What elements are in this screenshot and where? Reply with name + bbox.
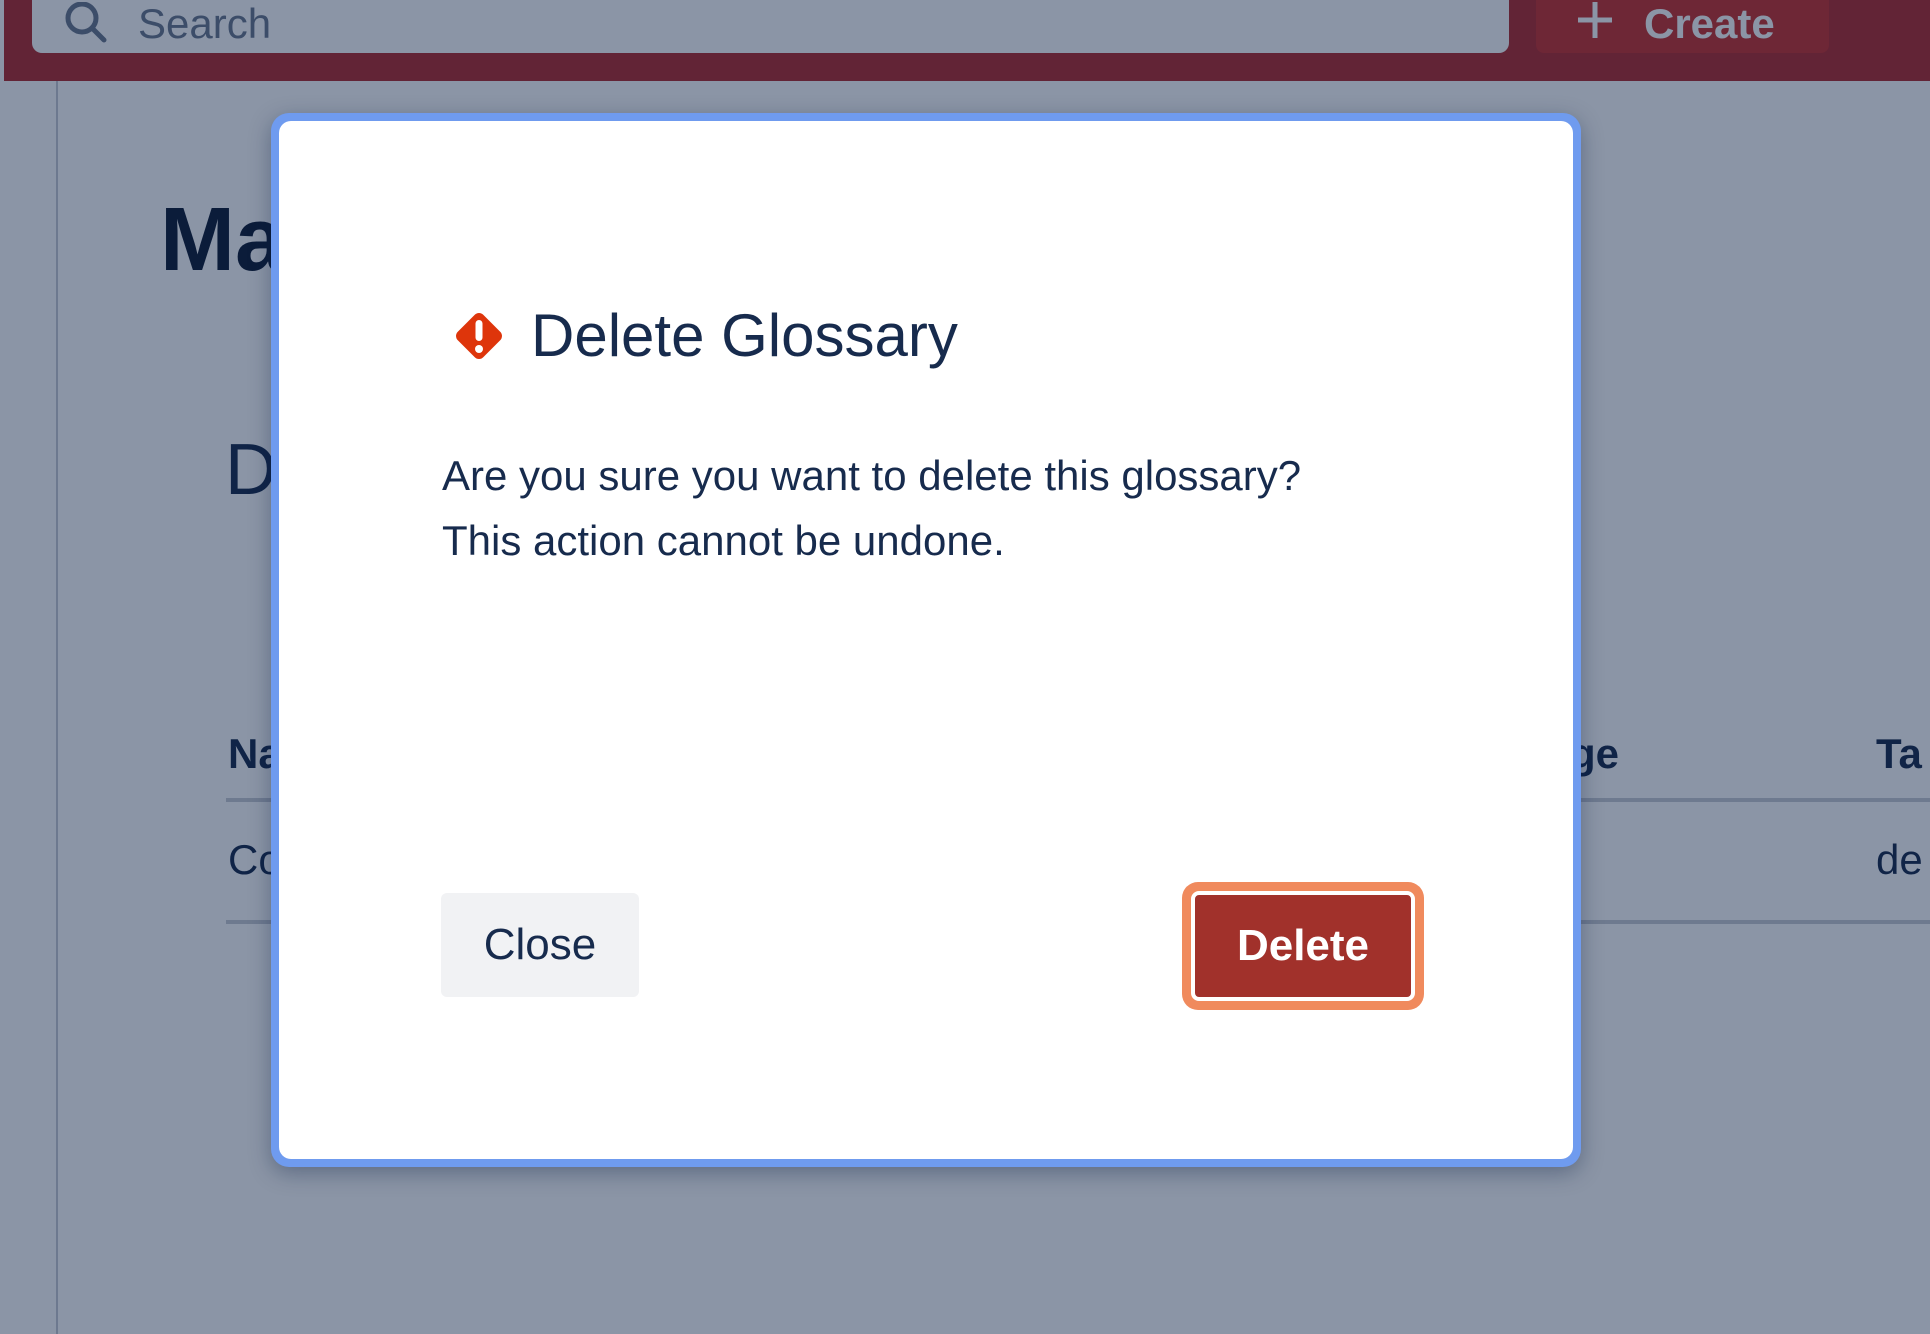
warning-icon [456,313,502,359]
dialog-body: Are you sure you want to delete this glo… [442,443,1442,573]
delete-glossary-dialog: Delete Glossary Are you sure you want to… [279,121,1573,1159]
close-button[interactable]: Close [441,893,639,997]
dialog-header: Delete Glossary [449,291,958,381]
delete-button[interactable]: Delete [1191,891,1415,1001]
dialog-body-line: Are you sure you want to delete this glo… [442,452,1302,499]
dialog-title: Delete Glossary [531,302,958,369]
dialog-body-line: This action cannot be undone. [442,517,1005,564]
